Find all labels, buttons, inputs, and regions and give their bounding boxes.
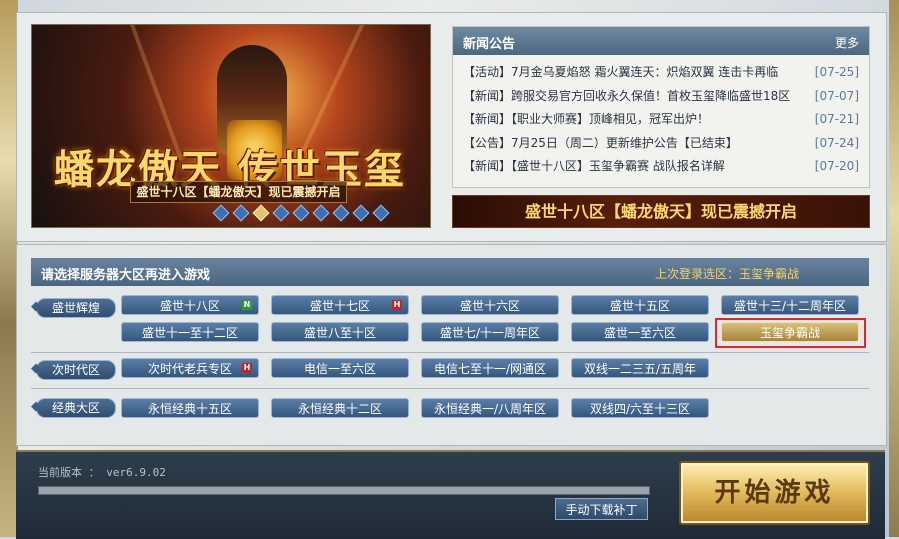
new-badge: N — [242, 300, 252, 310]
server-button-sx[interactable]: 双线一二三五/五周年 — [571, 358, 709, 378]
server-button-s8[interactable]: 盛世八至十区 — [271, 322, 409, 342]
right-decoration — [889, 0, 899, 537]
server-button-s17[interactable]: 盛世十七区 H — [271, 295, 409, 315]
news-date: [07-25] — [814, 65, 859, 79]
hot-badge: H — [242, 363, 252, 373]
news-text[interactable]: 【新闻】【职业大师赛】顶峰相见，冠军出炉！ — [463, 108, 808, 132]
server-select-header: 请选择服务器大区再进入游戏 上次登录选区：玉玺争霸战 — [31, 258, 869, 286]
server-button-s7[interactable]: 盛世七/十一周年区 — [421, 322, 559, 342]
promo-banner[interactable]: 蟠龙傲天 传世玉玺 盛世十八区【蟠龙傲天】现已震撼开启 — [31, 24, 431, 228]
banner-subtitle: 盛世十八区【蟠龙傲天】现已震撼开启 — [130, 181, 347, 203]
server-button-veteran[interactable]: 次时代老兵专区 H — [121, 358, 259, 378]
news-text[interactable]: 【新闻】【盛世十八区】玉玺争霸赛 战队报名详解 — [463, 155, 808, 179]
pager-dot[interactable] — [232, 204, 250, 222]
news-date: [07-20] — [814, 159, 859, 173]
news-item[interactable]: 【公告】7月25日（周二）更新维护公告【已结束】 [07-24] — [463, 132, 859, 156]
server-button-s15[interactable]: 盛世十五区 — [571, 295, 709, 315]
news-item[interactable]: 【新闻】跨服交易官方回收永久保值！首枚玉玺降临盛世18区 [07-07] — [463, 85, 859, 109]
category-cishidai: 次时代区 — [31, 360, 116, 380]
manual-patch-button[interactable]: 手动下载补丁 — [555, 498, 648, 520]
news-date: [07-07] — [814, 88, 859, 103]
pager-dot-active[interactable] — [252, 204, 270, 222]
hot-badge: H — [392, 300, 402, 310]
pager-dot[interactable] — [272, 204, 290, 222]
version-label: 当前版本 ： ver6.9.02 — [38, 466, 166, 479]
news-date: [07-24] — [814, 135, 859, 150]
server-button-jd15[interactable]: 永恒经典十五区 — [121, 398, 259, 418]
pager-dot[interactable] — [332, 204, 350, 222]
start-game-button[interactable]: 开始游戏 — [679, 461, 870, 525]
divider — [31, 388, 869, 389]
news-text[interactable]: 【新闻】跨服交易官方回收永久保值！首枚玉玺降临盛世18区 — [463, 85, 808, 109]
server-button-s16[interactable]: 盛世十六区 — [421, 295, 559, 315]
server-button-s18[interactable]: 盛世十八区 N — [121, 295, 259, 315]
news-item[interactable]: 【新闻】【职业大师赛】顶峰相见，冠军出炉！ [07-21] — [463, 108, 859, 132]
server-button-dx7[interactable]: 电信七至十一/网通区 — [421, 358, 559, 378]
server-button-jd1[interactable]: 永恒经典一/八周年区 — [421, 398, 559, 418]
server-label: 次时代老兵专区 — [147, 362, 232, 376]
pager-dot[interactable] — [212, 204, 230, 222]
last-login-server[interactable]: 上次登录选区：玉玺争霸战 — [655, 265, 799, 282]
server-label: 盛世十八区 — [159, 299, 220, 313]
update-progress-bar — [38, 486, 650, 495]
slogan-banner[interactable]: 盛世十八区【蟠龙傲天】现已震撼开启 — [452, 195, 870, 228]
news-text[interactable]: 【公告】7月25日（周二）更新维护公告【已结束】 — [463, 132, 808, 156]
news-text[interactable]: 【活动】7月金乌夏焰怒 霜火翼连天：炽焰双翼 连击卡再临 — [463, 61, 808, 85]
server-select-title: 请选择服务器大区再进入游戏 — [41, 268, 211, 283]
category-jingdian: 经典大区 — [31, 398, 116, 418]
progress-fill — [39, 487, 649, 494]
server-button-s13[interactable]: 盛世十三/十二周年区 — [721, 295, 859, 315]
pager-dot[interactable] — [372, 204, 390, 222]
category-shengshi: 盛世辉煌 — [31, 298, 116, 318]
server-button-jd12[interactable]: 永恒经典十二区 — [271, 398, 409, 418]
news-more-link[interactable]: 更多 — [835, 34, 859, 51]
news-item[interactable]: 【活动】7月金乌夏焰怒 霜火翼连天：炽焰双翼 连击卡再临 [07-25] — [463, 61, 859, 85]
news-title: 新闻公告 — [463, 37, 516, 52]
divider — [31, 352, 869, 353]
banner-pagination — [212, 204, 390, 222]
server-button-yuxi[interactable]: 玉玺争霸战 — [721, 322, 859, 342]
server-button-dx1[interactable]: 电信一至六区 — [271, 358, 409, 378]
news-panel: 新闻公告 更多 【活动】7月金乌夏焰怒 霜火翼连天：炽焰双翼 连击卡再临 [07-… — [452, 26, 870, 188]
news-item[interactable]: 【新闻】【盛世十八区】玉玺争霸赛 战队报名详解 [07-20] — [463, 155, 859, 179]
server-button-sx4[interactable]: 双线四/六至十三区 — [571, 398, 709, 418]
news-header: 新闻公告 更多 — [453, 27, 869, 55]
server-button-s1[interactable]: 盛世一至六区 — [571, 322, 709, 342]
pager-dot[interactable] — [352, 204, 370, 222]
pager-dot[interactable] — [312, 204, 330, 222]
pager-dot[interactable] — [292, 204, 310, 222]
server-label: 盛世十七区 — [309, 299, 370, 313]
news-date: [07-21] — [814, 112, 859, 126]
server-button-s11[interactable]: 盛世十一至十二区 — [121, 322, 259, 342]
news-list: 【活动】7月金乌夏焰怒 霜火翼连天：炽焰双翼 连击卡再临 [07-25] 【新闻】… — [453, 55, 869, 179]
